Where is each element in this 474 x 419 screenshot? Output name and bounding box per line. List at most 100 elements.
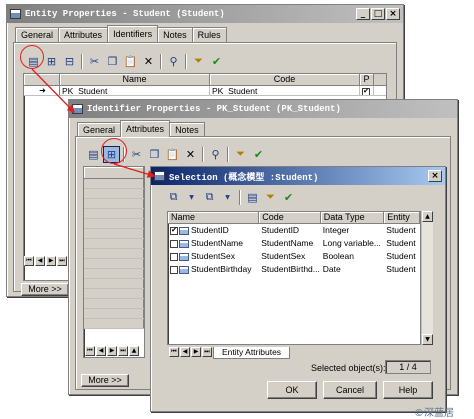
tab-scroll-left[interactable]: ◀: [180, 347, 190, 357]
window-title: Entity Properties - Student (Student): [25, 9, 225, 19]
help-button[interactable]: Help: [383, 381, 433, 399]
attribute-name: StudentName: [191, 238, 243, 248]
more-button[interactable]: More >>: [21, 283, 69, 296]
copy-icon[interactable]: ❐: [146, 146, 163, 163]
paste-icon[interactable]: 📋: [164, 146, 181, 163]
selection-dialog: Selection (概念模型 :Student) × ⧉ ▼ ⧉ ▼ ▤ ⏷ …: [150, 166, 446, 412]
attribute-data-type: Date: [322, 264, 341, 274]
dropdown-arrow-icon[interactable]: ▼: [219, 189, 236, 206]
minimize-button[interactable]: _: [356, 8, 370, 20]
scroll-down-arrow[interactable]: ▼: [422, 334, 433, 345]
column-header-name[interactable]: Name: [60, 74, 210, 85]
list-item[interactable]: StudentName StudentName Long variable...…: [168, 237, 420, 250]
column-header-name[interactable]: Name: [168, 212, 260, 223]
attribute-checkbox[interactable]: ✔: [170, 226, 178, 235]
scroll-up-arrow[interactable]: ▲: [422, 211, 433, 222]
entity-icon: [10, 9, 21, 19]
selection-scrollbar[interactable]: ▲ ▼: [421, 211, 433, 345]
paste-icon[interactable]: 📋: [122, 53, 139, 70]
tab-notes[interactable]: Notes: [169, 122, 205, 137]
attribute-checkbox[interactable]: [170, 265, 178, 274]
properties-icon[interactable]: ▤: [85, 146, 102, 163]
find-icon[interactable]: ⚲: [207, 146, 224, 163]
list-item[interactable]: StudentBirthday StudentBirthd... Date St…: [168, 263, 420, 276]
check-icon[interactable]: ✔: [250, 146, 267, 163]
ok-button[interactable]: OK: [267, 381, 317, 399]
next-row-button[interactable]: ▶: [46, 256, 56, 266]
next-row-button[interactable]: ▶: [107, 346, 117, 356]
column-header-data-type[interactable]: Data Type: [321, 212, 385, 223]
select-all-icon[interactable]: ⧉: [165, 189, 182, 206]
column-header-p[interactable]: P: [360, 74, 374, 85]
cancel-button[interactable]: Cancel: [323, 381, 377, 399]
attribute-icon: [179, 239, 189, 248]
selection-list: Name Code Data Type Entity ✔ StudentID St…: [167, 211, 421, 345]
add-row-icon[interactable]: ⊞: [43, 53, 60, 70]
selection-icon: [154, 171, 165, 181]
attribute-data-type: Integer: [322, 225, 350, 235]
tab-notes[interactable]: Notes: [157, 27, 193, 42]
filter-icon[interactable]: ⏷: [232, 146, 249, 163]
last-row-button[interactable]: ⏭: [118, 346, 128, 356]
attribute-name: StudentSex: [191, 251, 235, 261]
list-item[interactable]: StudentSex StudentSex Boolean Student: [168, 250, 420, 263]
maximize-button[interactable]: □: [371, 8, 385, 20]
table-row[interactable]: ➜ PK_Student PK_Student ✔: [24, 86, 386, 96]
identifier-name[interactable]: PK_Student: [60, 86, 210, 95]
find-icon[interactable]: ⚲: [165, 53, 182, 70]
dropdown-arrow-icon[interactable]: ▼: [183, 189, 200, 206]
identifier-code[interactable]: PK_Student: [210, 86, 360, 95]
properties-icon[interactable]: ▤: [244, 189, 261, 206]
tab-attributes[interactable]: Attributes: [58, 27, 109, 42]
tab-identifiers[interactable]: Identifiers: [107, 25, 159, 42]
cut-icon[interactable]: ✂: [128, 146, 145, 163]
tab-scroll-buttons: ⏮ ◀ ▶ ⏭: [169, 347, 212, 357]
first-row-button[interactable]: ⏮: [24, 256, 34, 266]
last-row-button[interactable]: ⏭: [57, 256, 67, 266]
column-header-code[interactable]: Code: [210, 74, 360, 85]
attribute-icon: [179, 265, 189, 274]
close-button[interactable]: ×: [428, 170, 442, 182]
first-row-button[interactable]: ⏮: [85, 346, 95, 356]
window-title: Identifier Properties - PK_Student (PK_S…: [87, 104, 341, 114]
attribute-code: StudentID: [261, 225, 300, 235]
attribute-entity: Student: [386, 238, 416, 248]
attribute-entity: Student: [386, 225, 416, 235]
cut-icon[interactable]: ✂: [86, 53, 103, 70]
list-item[interactable]: ✔ StudentID StudentID Integer Student: [168, 224, 420, 237]
tab-scroll-last[interactable]: ⏭: [202, 347, 212, 357]
highlight-circle-entity-properties: [20, 45, 44, 69]
check-icon[interactable]: ✔: [208, 53, 225, 70]
deselect-all-icon[interactable]: ⧉: [201, 189, 218, 206]
tab-general[interactable]: General: [77, 122, 122, 137]
column-header-entity[interactable]: Entity: [384, 212, 420, 223]
delete-icon[interactable]: ✕: [140, 53, 157, 70]
tab-attributes[interactable]: Attributes: [120, 120, 171, 137]
more-button[interactable]: More >>: [81, 374, 129, 387]
primary-checkbox[interactable]: ✔: [362, 87, 370, 95]
tab-rules[interactable]: Rules: [191, 27, 227, 42]
tab-general[interactable]: General: [15, 27, 60, 42]
identifier-properties-titlebar[interactable]: Identifier Properties - PK_Student (PK_S…: [69, 100, 457, 118]
previous-row-button[interactable]: ◀: [35, 256, 45, 266]
insert-row-icon[interactable]: ⊟: [61, 53, 78, 70]
window-title: Selection (概念模型 :Student): [169, 172, 319, 183]
column-header-code[interactable]: Code: [259, 212, 321, 223]
identifier-icon: [72, 104, 83, 114]
attribute-code: StudentBirthd...: [261, 264, 320, 274]
close-button[interactable]: ×: [386, 8, 400, 20]
selection-titlebar[interactable]: Selection (概念模型 :Student) ×: [151, 167, 445, 185]
move-up-button[interactable]: ▲: [129, 346, 139, 356]
filter-icon[interactable]: ⏷: [190, 53, 207, 70]
attribute-checkbox[interactable]: [170, 252, 178, 261]
filter-icon[interactable]: ⏷: [262, 189, 279, 206]
tab-entity-attributes[interactable]: Entity Attributes: [213, 347, 291, 359]
attribute-checkbox[interactable]: [170, 239, 178, 248]
previous-row-button[interactable]: ◀: [96, 346, 106, 356]
tab-scroll-right[interactable]: ▶: [191, 347, 201, 357]
check-icon[interactable]: ✔: [280, 189, 297, 206]
tab-scroll-first[interactable]: ⏮: [169, 347, 179, 357]
copy-icon[interactable]: ❐: [104, 53, 121, 70]
entity-properties-titlebar[interactable]: Entity Properties - Student (Student) _ …: [7, 5, 403, 23]
delete-icon[interactable]: ✕: [182, 146, 199, 163]
